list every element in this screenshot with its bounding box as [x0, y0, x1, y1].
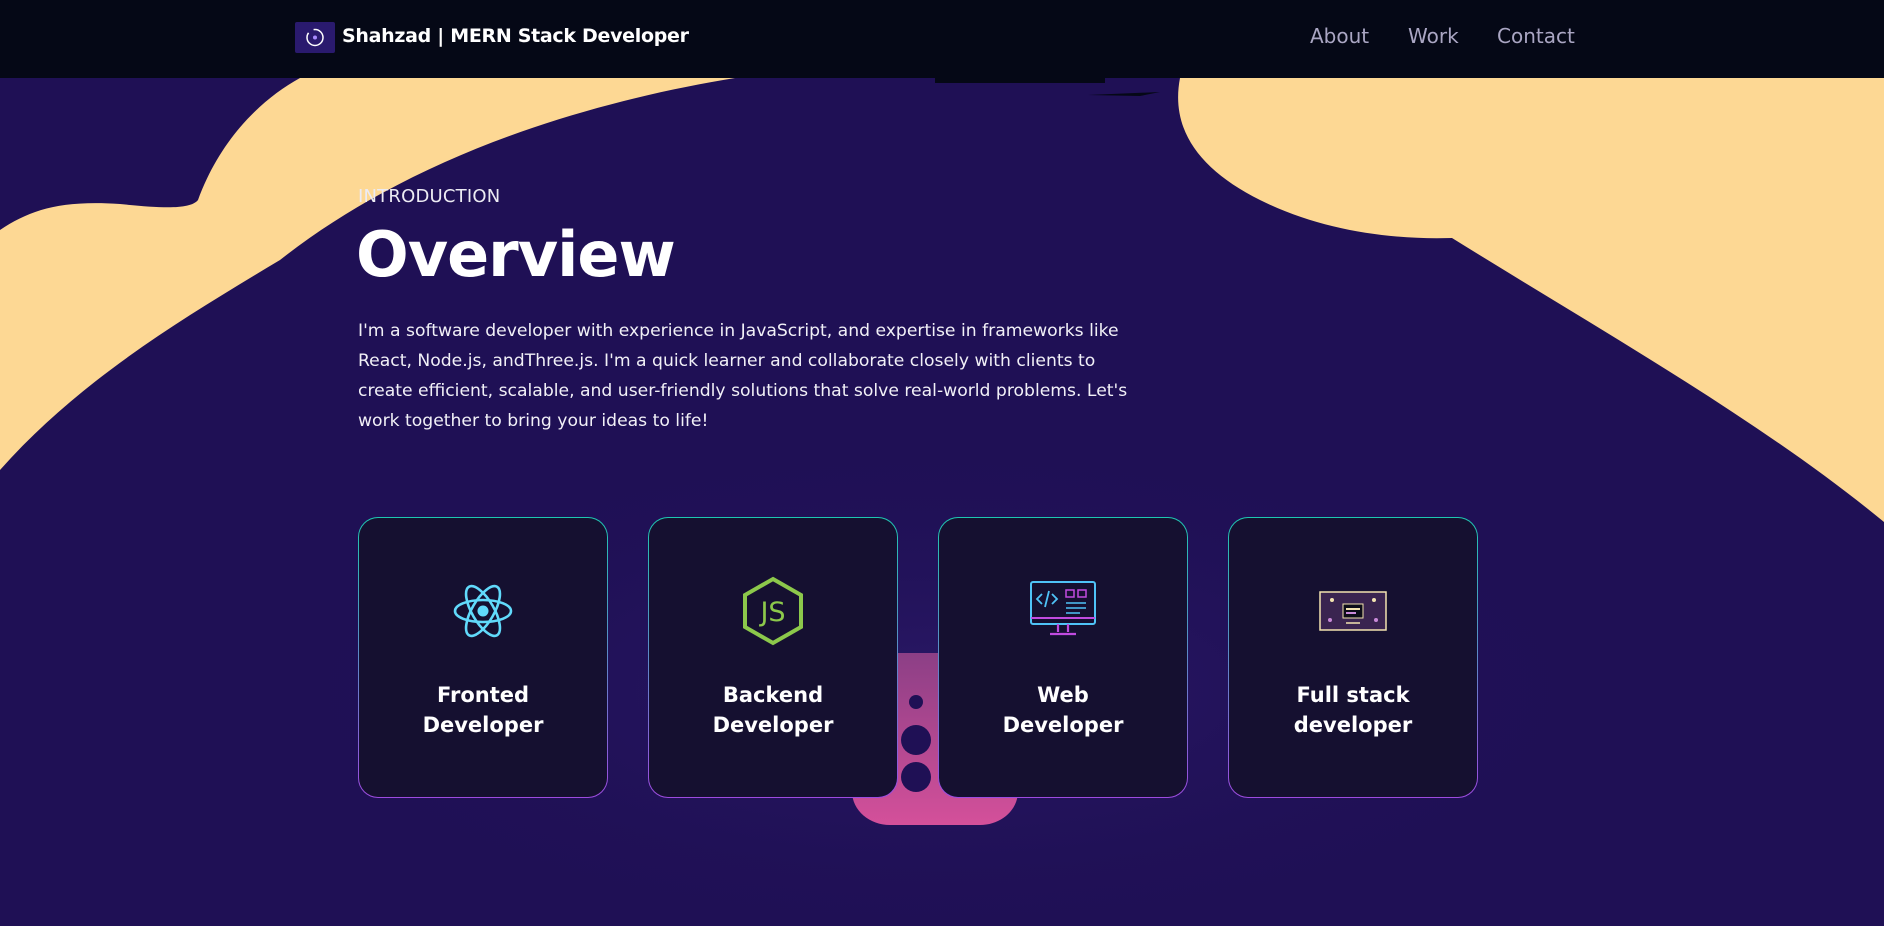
service-title: Web Developer — [1002, 683, 1124, 737]
section-title: Overview — [356, 218, 676, 291]
nav-link-work[interactable]: Work — [1408, 24, 1459, 48]
react-icon — [453, 584, 513, 638]
logo-icon — [306, 28, 324, 47]
service-card-fullstack[interactable]: Full stack developer — [1228, 517, 1478, 798]
nodejs-icon: JS — [743, 576, 803, 646]
service-title: Fronted Developer — [422, 683, 544, 737]
service-card-frontend[interactable]: Fronted Developer — [358, 517, 608, 798]
overview-description: I'm a software developer with experience… — [358, 321, 1128, 431]
service-card-web[interactable]: Web Developer — [938, 517, 1188, 798]
web-dev-icon — [1030, 581, 1096, 636]
svg-text:JS: JS — [758, 597, 785, 628]
service-title: Full stack developer — [1293, 683, 1413, 737]
nav-link-contact[interactable]: Contact — [1497, 24, 1575, 48]
right-blob-shape — [1178, 78, 1884, 522]
brand-name[interactable]: Shahzad | MERN Stack Developer — [342, 25, 689, 47]
nav-link-about[interactable]: About — [1310, 24, 1369, 48]
service-title: Backend Developer — [712, 683, 834, 737]
logo[interactable] — [295, 22, 335, 53]
service-card-backend[interactable]: JS Backend Developer — [648, 517, 898, 798]
section-subtitle: INTRODUCTION — [358, 186, 501, 207]
navbar: Shahzad | MERN Stack Developer About Wor… — [0, 0, 1884, 78]
fullstack-icon — [1319, 591, 1387, 631]
